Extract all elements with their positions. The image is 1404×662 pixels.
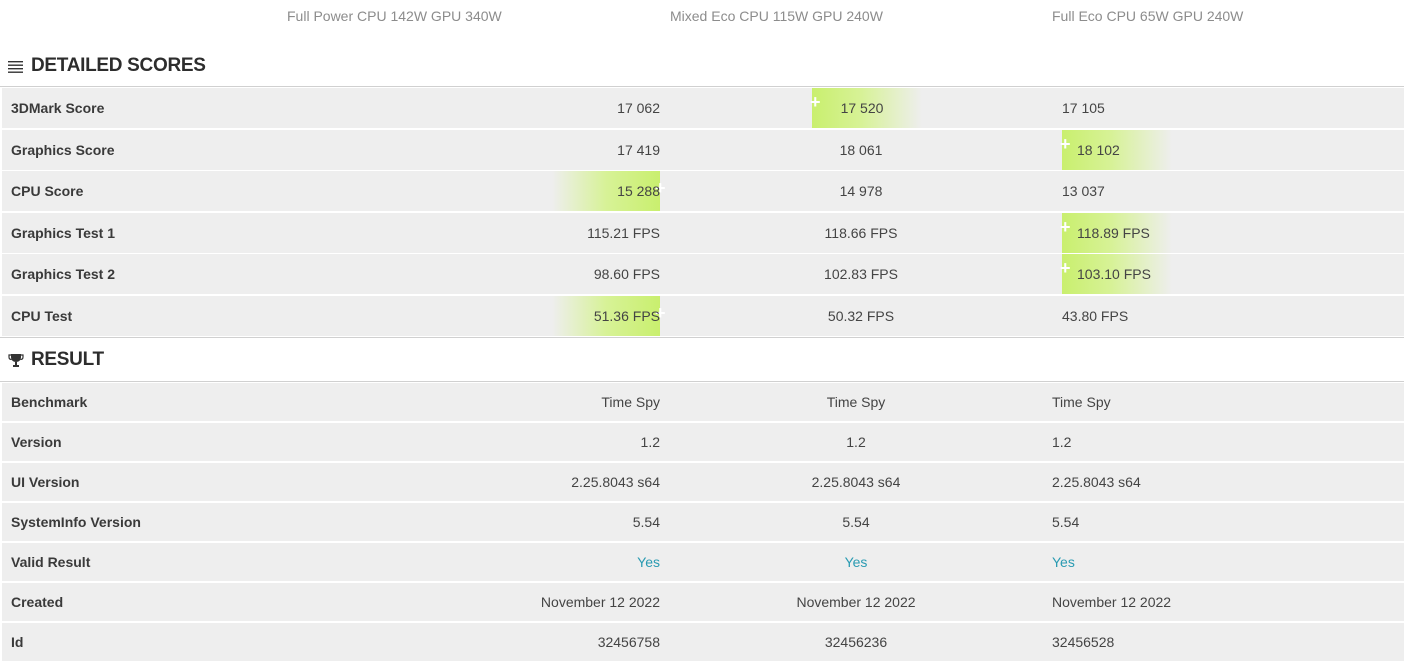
row-label: CPU Test <box>11 308 73 324</box>
value-cell: 51.36 FPS <box>593 308 660 324</box>
table-row: Graphics Score 17 419 18 061 +18 102 <box>2 129 1404 170</box>
value-cell: 103.10 FPS <box>1077 266 1151 283</box>
value-cell: 32456236 <box>824 634 888 650</box>
table-row: Valid Result Yes Yes Yes <box>2 543 1404 581</box>
winner-plus-icon: + <box>1060 133 1071 154</box>
value-cell: 17 105 <box>1062 100 1105 116</box>
value-cell: 2.25.8043 s64 <box>1052 474 1141 490</box>
value-cell: 2.25.8043 s64 <box>571 474 660 490</box>
row-label: Benchmark <box>11 394 88 410</box>
row-label: CPU Score <box>11 183 84 200</box>
column-header-mixed-eco: Mixed Eco CPU 115W GPU 240W <box>670 8 883 24</box>
winner-plus-icon: + <box>1060 216 1071 237</box>
table-row: 3DMark Score 17 062 +17 520 17 105 <box>2 88 1404 128</box>
value-cell: 1.2 <box>846 434 866 450</box>
value-cell: 32456758 <box>597 634 660 650</box>
value-cell[interactable]: Yes <box>1052 543 1075 581</box>
value-cell: 43.80 FPS <box>1062 308 1129 324</box>
divider <box>0 381 1404 382</box>
row-label: SystemInfo Version <box>11 514 141 530</box>
value-cell: 15 288 <box>617 183 660 200</box>
result-title: RESULT <box>31 349 104 370</box>
comparison-page: Full Power CPU 142W GPU 340W Mixed Eco C… <box>0 0 1404 662</box>
value-cell: 18 061 <box>839 141 883 158</box>
detailed-scores-header: DETAILED SCORES <box>0 52 1404 80</box>
row-label: Graphics Score <box>11 141 115 158</box>
row-label: Graphics Test 2 <box>11 266 116 283</box>
row-label: Version <box>11 434 62 450</box>
value-cell[interactable]: Yes <box>746 543 966 581</box>
value-cell: 115.21 FPS <box>587 224 660 241</box>
value-cell: Time Spy <box>826 394 886 410</box>
result-header: RESULT <box>0 346 1404 374</box>
table-row: Graphics Test 2 98.60 FPS 102.83 FPS +103.1… <box>2 254 1404 295</box>
value-cell: 17 419 <box>617 141 660 158</box>
value-cell: 14 978 <box>839 183 883 200</box>
table-row: Id 32456758 32456236 32456528 <box>2 623 1404 661</box>
row-label: Valid Result <box>11 554 91 570</box>
row-label: Created <box>11 594 64 610</box>
divider <box>0 86 1404 87</box>
column-headers: Full Power CPU 142W GPU 340W Mixed Eco C… <box>0 0 1404 34</box>
value-cell: November 12 2022 <box>796 594 916 610</box>
table-row: CPU Test +51.36 FPS 50.32 FPS 43.80 FPS <box>2 296 1404 336</box>
value-cell: 2.25.8043 s64 <box>811 474 901 490</box>
value-cell: 102.83 FPS <box>824 266 898 283</box>
value-cell[interactable]: Yes <box>440 543 660 581</box>
table-row: Benchmark Time Spy Time Spy Time Spy <box>2 383 1404 421</box>
row-label: Id <box>11 634 24 650</box>
divider <box>0 337 1404 338</box>
value-cell: 118.66 FPS <box>824 224 898 241</box>
value-cell: Time Spy <box>601 394 660 410</box>
row-label: Graphics Test 1 <box>11 224 116 241</box>
trophy-icon <box>8 352 24 368</box>
row-label: UI Version <box>11 474 80 490</box>
value-cell: 98.60 FPS <box>593 266 660 283</box>
list-icon <box>8 58 24 74</box>
value-cell: 1.2 <box>640 434 660 450</box>
value-cell: 5.54 <box>842 514 870 530</box>
value-cell: November 12 2022 <box>1052 594 1172 610</box>
value-cell: Time Spy <box>1052 394 1111 410</box>
value-cell: 50.32 FPS <box>827 308 895 324</box>
table-row: CPU Score +15 288 14 978 13 037 <box>2 171 1404 212</box>
column-header-full-power: Full Power CPU 142W GPU 340W <box>287 8 502 24</box>
value-cell: 17 062 <box>617 100 660 116</box>
table-row: Graphics Test 1 115.21 FPS 118.66 FPS +118.… <box>2 212 1404 253</box>
value-cell: 118.89 FPS <box>1077 224 1150 241</box>
winner-plus-icon: + <box>1060 258 1071 279</box>
value-cell: 5.54 <box>632 514 660 530</box>
table-row: Created November 12 2022 November 12 2022 N… <box>2 583 1404 621</box>
value-cell: 32456528 <box>1052 634 1115 650</box>
table-row: Version 1.2 1.2 1.2 <box>2 423 1404 461</box>
detailed-scores-title: DETAILED SCORES <box>31 55 206 76</box>
value-cell: 13 037 <box>1062 183 1105 200</box>
value-cell: 5.54 <box>1052 514 1080 530</box>
value-cell: 1.2 <box>1052 434 1072 450</box>
table-row: SystemInfo Version 5.54 5.54 5.54 <box>2 503 1404 541</box>
value-cell: November 12 2022 <box>540 594 660 610</box>
value-cell: 17 520 <box>840 100 884 116</box>
table-row: UI Version 2.25.8043 s64 2.25.8043 s64 2.25… <box>2 463 1404 501</box>
row-label: 3DMark Score <box>11 100 105 116</box>
column-header-full-eco: Full Eco CPU 65W GPU 240W <box>1052 8 1244 24</box>
value-cell: 18 102 <box>1077 141 1120 158</box>
